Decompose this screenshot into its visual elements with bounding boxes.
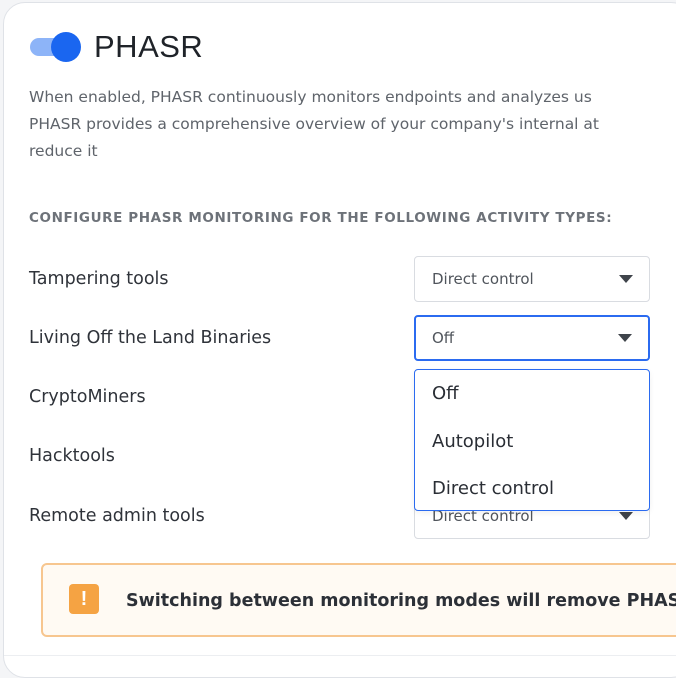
alert-message: Switching between monitoring modes will … — [126, 591, 676, 611]
toggle-knob — [51, 32, 81, 62]
chevron-down-icon — [618, 334, 632, 342]
description-line-3: reduce it — [29, 142, 98, 160]
row-label-cryptominers: CryptoMiners — [29, 387, 146, 407]
dropdown-option-direct-control[interactable]: Direct control — [432, 478, 554, 499]
warning-alert: ! Switching between monitoring modes wil… — [41, 563, 676, 637]
section-label: CONFIGURE PHASR MONITORING FOR THE FOLLO… — [29, 210, 613, 226]
row-label-lolbins: Living Off the Land Binaries — [29, 328, 272, 348]
chevron-down-icon — [619, 512, 633, 520]
description-line-2: PHASR provides a comprehensive overview … — [29, 115, 599, 133]
select-value: Off — [432, 329, 455, 347]
select-value: Direct control — [432, 270, 534, 288]
row-label-tampering-tools: Tampering tools — [29, 269, 169, 289]
row-label-remote-admin-tools: Remote admin tools — [29, 506, 205, 526]
phasr-settings-card: PHASR When enabled, PHASR continuously m… — [3, 2, 676, 678]
select-lolbins[interactable]: Off — [414, 315, 650, 361]
page-title: PHASR — [94, 29, 204, 64]
select-tampering-tools[interactable]: Direct control — [414, 256, 650, 302]
dropdown-option-autopilot[interactable]: Autopilot — [432, 431, 513, 452]
header: PHASR — [28, 27, 203, 67]
description-line-1: When enabled, PHASR continuously monitor… — [29, 88, 592, 106]
description: When enabled, PHASR continuously monitor… — [29, 84, 676, 165]
dropdown-menu: Off Autopilot Direct control — [414, 369, 650, 511]
phasr-toggle[interactable] — [28, 32, 82, 62]
row-label-hacktools: Hacktools — [29, 446, 115, 466]
chevron-down-icon — [619, 275, 633, 283]
divider — [4, 655, 676, 656]
warning-icon: ! — [69, 584, 99, 614]
dropdown-option-off[interactable]: Off — [432, 383, 459, 404]
